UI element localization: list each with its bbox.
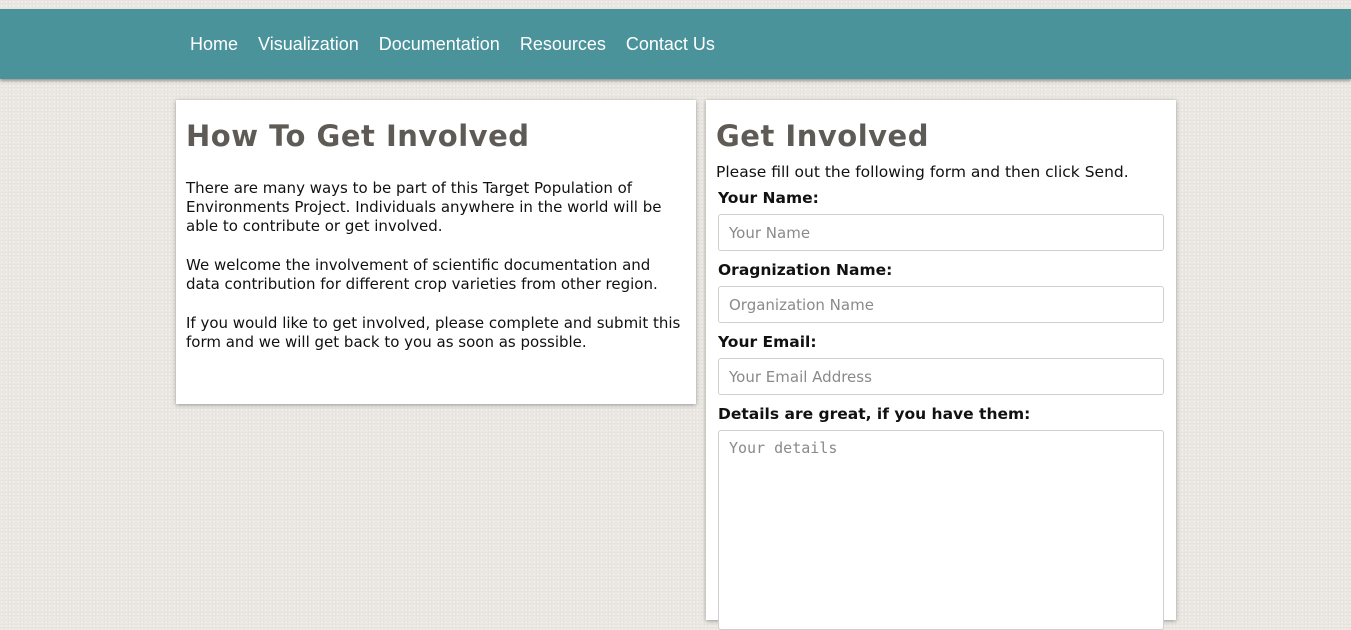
details-label: Details are great, if you have them:: [718, 405, 1031, 423]
name-input[interactable]: [718, 214, 1164, 251]
organization-label: Oragnization Name:: [718, 261, 893, 279]
top-navbar: Home Visualization Documentation Resourc…: [0, 9, 1351, 79]
how-to-get-involved-title: How To Get Involved: [186, 119, 530, 153]
nav-item-resources[interactable]: Resources: [510, 9, 616, 79]
get-involved-form-panel: Get Involved Please fill out the followi…: [706, 100, 1176, 630]
involvement-paragraph-3: If you would like to get involved, pleas…: [186, 314, 681, 351]
organization-input[interactable]: [718, 286, 1164, 323]
involvement-paragraph-2: We welcome the involvement of scientific…: [186, 256, 658, 293]
nav-item-visualization[interactable]: Visualization: [248, 9, 369, 79]
nav-item-documentation[interactable]: Documentation: [369, 9, 510, 79]
how-to-get-involved-panel: How To Get Involved There are many ways …: [176, 100, 696, 404]
get-involved-title: Get Involved: [716, 119, 929, 153]
involvement-paragraph-1: There are many ways to be part of this T…: [186, 179, 662, 235]
details-textarea[interactable]: [718, 430, 1164, 630]
email-label: Your Email:: [718, 333, 817, 351]
form-intro-text: Please fill out the following form and t…: [716, 163, 1129, 181]
nav-menu: Home Visualization Documentation Resourc…: [180, 9, 725, 79]
email-input[interactable]: [718, 358, 1164, 395]
name-label: Your Name:: [718, 189, 819, 207]
nav-item-home[interactable]: Home: [180, 9, 248, 79]
nav-item-contact-us[interactable]: Contact Us: [616, 9, 725, 79]
